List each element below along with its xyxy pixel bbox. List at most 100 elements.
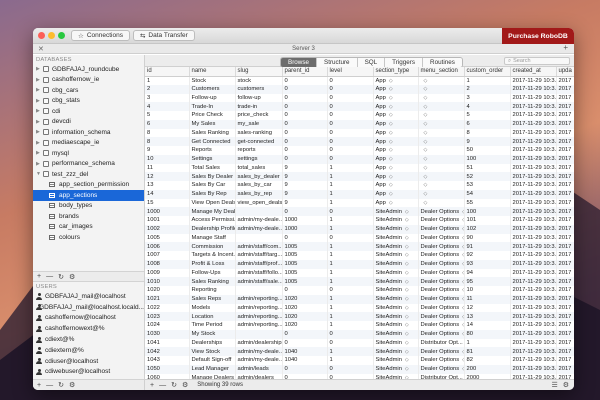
select-arrow-icon[interactable]: ◇ (405, 217, 409, 223)
table-cell[interactable]: 1 (464, 76, 511, 85)
table-cell[interactable]: 1021 (145, 294, 190, 304)
table-cell[interactable]: Dealer Options◇ (418, 268, 465, 278)
table-cell[interactable]: Dealer Options◇ (418, 242, 465, 251)
table-cell[interactable]: ◇ (418, 198, 465, 208)
table-row[interactable]: 1024 Time Period admin/reporting... 1020 1 Si… (145, 321, 574, 330)
table-cell[interactable]: ◇ (418, 102, 465, 111)
server-tab-title[interactable]: Server 3 (33, 46, 574, 52)
select-arrow-icon[interactable]: ◇ (389, 121, 393, 127)
table-row[interactable]: 6 My Sales my_sale 0 0 App ◇ ◇ 6 2017-11-29 10:3.… (145, 119, 574, 129)
select-arrow-icon[interactable]: ◇ (405, 235, 409, 241)
table-cell[interactable]: 2017 (556, 119, 574, 129)
table-cell[interactable]: App ◇ (373, 154, 419, 164)
table-cell[interactable]: 0 (282, 137, 328, 146)
table-cell[interactable]: Stock (189, 76, 236, 85)
table-cell[interactable]: 2017-11-29 10:3... (510, 286, 557, 295)
table-cell[interactable]: 4 (464, 102, 511, 111)
table-cell[interactable]: 1042 (145, 347, 190, 356)
grid-gear-icon[interactable]: ⚙ (182, 381, 188, 389)
chevron-right-icon[interactable]: ▶ (36, 150, 43, 156)
table-cell[interactable]: total_sales (235, 163, 283, 173)
table-cell[interactable]: Reporting (189, 286, 236, 295)
table-cell[interactable]: 0 (327, 76, 374, 85)
table-cell[interactable]: SiteAdmin ◇ (373, 233, 419, 243)
table-cell[interactable]: 53 (464, 181, 511, 190)
select-arrow-icon[interactable]: ◇ (424, 174, 428, 180)
table-cell[interactable]: 5 (145, 111, 190, 120)
table-cell[interactable]: 2017 (556, 268, 574, 278)
table-cell[interactable]: ◇ (418, 93, 465, 103)
table-cell[interactable]: Commission (189, 242, 236, 251)
select-arrow-icon[interactable]: ◇ (405, 261, 409, 267)
table-cell[interactable]: admin/staff/sale... (235, 277, 283, 286)
table-cell[interactable]: Lead Manager (189, 364, 236, 374)
table-cell[interactable] (235, 233, 283, 243)
table-cell[interactable]: 2017-11-29 10:3... (510, 303, 557, 313)
table-cell[interactable]: 2017 (556, 189, 574, 199)
table-cell[interactable]: admin/my-deale... (235, 356, 283, 365)
table-cell[interactable]: Follow-up (189, 93, 236, 103)
table-cell[interactable]: SiteAdmin ◇ (373, 321, 419, 330)
table-cell[interactable]: 13 (145, 181, 190, 190)
table-row[interactable]: 1001 Access Permissi... admin/my-deale... 1… (145, 216, 574, 225)
table-cell[interactable]: 2017 (556, 233, 574, 243)
table-cell[interactable]: admin/my-deale... (235, 216, 283, 225)
table-cell[interactable]: sales_by_rep (235, 189, 283, 199)
table-row[interactable]: 11 Total Sales total_sales 9 1 App ◇ ◇ 51 2017-11… (145, 163, 574, 173)
table-cell[interactable]: Dealer Options◇ (418, 321, 465, 330)
table-cell[interactable]: sales-ranking (235, 128, 283, 138)
database-item[interactable]: ▶ devcdi (33, 117, 144, 128)
table-cell[interactable]: Follow-Ups (189, 268, 236, 278)
table-cell[interactable]: 1 (327, 251, 374, 260)
table-row[interactable]: 8 Sales Ranking sales-ranking 0 0 App ◇ ◇ 8 2017-… (145, 128, 574, 138)
select-arrow-icon[interactable]: ◇ (405, 287, 409, 293)
table-cell[interactable]: 0 (327, 93, 374, 103)
table-cell[interactable]: 102 (464, 224, 511, 234)
table-cell[interactable]: App ◇ (373, 128, 419, 138)
table-cell[interactable]: 2017-11-29 10:3... (510, 356, 557, 365)
table-cell[interactable]: customers (235, 84, 283, 94)
table-cell[interactable]: 1002 (145, 224, 190, 234)
column-header[interactable]: name (189, 67, 236, 77)
table-cell[interactable]: ◇ (418, 172, 465, 181)
table-cell[interactable]: 2017 (556, 259, 574, 269)
table-cell[interactable]: 9 (282, 172, 328, 181)
select-arrow-icon[interactable]: ◇ (389, 182, 393, 188)
table-cell[interactable]: 2017 (556, 286, 574, 295)
table-cell[interactable]: 2017-11-29 10:3... (510, 198, 557, 208)
select-arrow-icon[interactable]: ◇ (424, 200, 428, 206)
table-cell[interactable]: 8 (464, 128, 511, 138)
table-cell[interactable]: 95 (464, 277, 511, 286)
table-cell[interactable]: ◇ (418, 119, 465, 129)
table-cell[interactable]: ◇ (418, 76, 465, 85)
database-item[interactable]: ▼ test_zzz_del (33, 169, 144, 180)
table-cell[interactable]: 0 (327, 137, 374, 146)
table-cell[interactable]: 2017-11-29 10:3... (510, 128, 557, 138)
table-cell[interactable]: 8 (145, 128, 190, 138)
table-cell[interactable]: 14 (464, 321, 511, 330)
user-item[interactable]: cdiuser@localhost (33, 356, 144, 367)
table-cell[interactable]: Sales Ranking (189, 277, 236, 286)
select-arrow-icon[interactable]: ◇ (405, 305, 409, 311)
table-cell[interactable]: ◇ (418, 137, 465, 146)
table-cell[interactable]: admin/staff/prof... (235, 259, 283, 269)
table-cell[interactable]: 9 (282, 198, 328, 208)
table-row[interactable]: 5 Price Check price_check 0 0 App ◇ ◇ 5 2017-11-2… (145, 111, 574, 120)
select-arrow-icon[interactable]: ◇ (389, 174, 393, 180)
table-cell[interactable]: Dealer Options◇ (418, 303, 465, 313)
table-cell[interactable]: 1000 (145, 207, 190, 216)
table-cell[interactable]: 2 (145, 84, 190, 94)
table-cell[interactable]: Reports (189, 146, 236, 155)
table-row[interactable]: 1021 Sales Reps admin/reporting... 1020 1 Sit… (145, 294, 574, 304)
table-cell[interactable]: Dealership Profile (189, 224, 236, 234)
database-item[interactable]: ▶ cbg_cars (33, 85, 144, 96)
column-header[interactable]: parent_id (282, 67, 328, 77)
table-cell[interactable]: App ◇ (373, 76, 419, 85)
table-cell[interactable]: Dealer Options◇ (418, 329, 465, 339)
table-cell[interactable]: 2017 (556, 198, 574, 208)
table-cell[interactable]: 1 (327, 163, 374, 173)
database-item[interactable]: ▶ cbg_stats (33, 96, 144, 107)
table-row[interactable]: 2 Customers customers 0 0 App ◇ ◇ 2 2017-11-29 10… (145, 84, 574, 94)
table-cell[interactable]: SiteAdmin ◇ (373, 356, 419, 365)
table-cell[interactable]: 0 (282, 207, 328, 216)
